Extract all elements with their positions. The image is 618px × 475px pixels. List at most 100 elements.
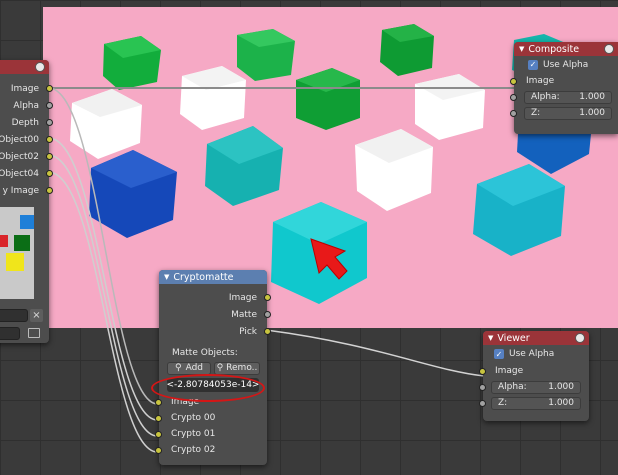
alpha-label: Alpha: [498,382,527,392]
cryptomatte-node[interactable]: ▼ Cryptomatte Image Matte Pick Matte Obj… [155,270,271,465]
output-label: Object00 [0,134,39,145]
input-socket[interactable] [155,398,162,406]
z-label: Z: [498,398,508,408]
image-input-row: Image [479,363,589,379]
output-socket-row: Matte [159,306,271,323]
cube-blue [89,150,177,238]
remove-label: Remo.. [226,363,258,373]
use-alpha-checkbox[interactable]: ✓ [494,349,504,359]
pick-cursor-arrow-icon [310,238,348,280]
globe-icon [604,44,614,54]
output-label: Object02 [0,151,39,162]
input-socket-row: Crypto 00 [155,410,267,426]
z-field[interactable]: Z: 1.000 [491,396,581,410]
add-button[interactable]: ⚲ Add [167,361,211,375]
alpha-field[interactable]: Alpha: 1.000 [524,90,612,104]
alpha-value: 1.000 [579,92,605,102]
output-socket-row: Pick [159,323,271,340]
image-input-row: Image [510,73,618,89]
output-label: Matte [231,309,257,320]
collapse-triangle-icon[interactable]: ▼ [519,45,524,53]
output-socket-row: Image [0,80,53,97]
output-socket[interactable] [264,311,271,318]
input-socket[interactable] [510,93,517,101]
close-icon[interactable]: × [30,309,43,322]
output-socket-row: Alpha [0,97,53,114]
z-input-row: Z: 1.000 [510,105,618,121]
folder-icon[interactable] [28,328,40,338]
render-layers-header[interactable] [0,60,49,74]
input-socket[interactable] [155,446,162,454]
input-label: Crypto 01 [171,429,216,439]
output-socket-row: Depth [0,114,53,131]
composite-title: Composite [528,43,580,55]
input-label: Crypto 02 [171,445,216,455]
input-socket[interactable] [479,383,486,391]
collapse-triangle-icon[interactable]: ▼ [488,334,493,342]
z-value: 1.000 [579,108,605,118]
input-socket[interactable] [155,430,162,438]
output-socket[interactable] [46,153,53,160]
output-label: y Image [2,185,39,196]
z-label: Z: [531,108,541,118]
output-socket[interactable] [46,102,53,109]
output-socket[interactable] [264,328,271,335]
globe-icon [575,333,585,343]
output-label: Depth [11,117,39,128]
viewer-header[interactable]: ▼ Viewer [483,331,589,345]
output-socket-row: y Image [0,182,53,199]
input-socket[interactable] [155,414,162,422]
viewer-title: Viewer [497,332,530,344]
output-socket[interactable] [46,85,53,92]
cryptomatte-header[interactable]: ▼ Cryptomatte [159,270,267,284]
composite-node[interactable]: ▼ Composite ✓ Use Alpha Image Alpha: 1.00… [510,42,618,134]
output-label: Image [228,292,257,303]
output-label: Pick [239,326,257,337]
chevron-down-icon[interactable] [0,327,20,340]
input-socket-row: Crypto 01 [155,426,267,442]
cube-white [180,66,246,130]
eyedropper-icon: ⚲ [216,363,224,373]
collapse-triangle-icon[interactable]: ▼ [164,273,169,281]
use-alpha-row[interactable]: ✓ Use Alpha [514,56,618,73]
output-socket[interactable] [46,119,53,126]
alpha-label: Alpha: [531,92,560,102]
render-layers-node[interactable]: Image Alpha Depth Object00 Object02 Obje… [0,60,53,343]
cube-green [296,68,360,130]
highlight-ellipse [151,374,265,402]
z-value: 1.000 [548,398,574,408]
alpha-input-row: Alpha: 1.000 [479,379,589,395]
alpha-field[interactable]: Alpha: 1.000 [491,380,581,394]
output-label: Image [10,83,39,94]
output-socket-row: Object00 [0,131,53,148]
output-label: Alpha [13,100,39,111]
matte-objects-label: Matte Objects: [172,348,238,358]
cube-teal [205,126,283,206]
input-socket[interactable] [510,77,517,85]
output-label: Object04 [0,168,39,179]
globe-icon [35,62,45,72]
input-socket[interactable] [479,399,486,407]
use-alpha-label: Use Alpha [543,59,589,70]
output-socket[interactable] [46,170,53,177]
remove-button[interactable]: ⚲ Remo.. [214,361,260,375]
output-socket[interactable] [46,136,53,143]
output-socket[interactable] [264,294,271,301]
render-preview-thumbnail [0,207,34,299]
viewer-node[interactable]: ▼ Viewer ✓ Use Alpha Image Alpha: 1.000 Z… [479,331,589,421]
add-label: Add [185,363,204,373]
input-socket[interactable] [479,367,486,375]
z-input-row: Z: 1.000 [479,395,589,411]
cube-green [380,24,434,76]
output-socket[interactable] [46,187,53,194]
composite-header[interactable]: ▼ Composite [514,42,618,56]
filename-field[interactable] [0,309,28,322]
input-socket[interactable] [510,109,517,117]
z-field[interactable]: Z: 1.000 [524,106,612,120]
use-alpha-checkbox[interactable]: ✓ [528,59,538,70]
use-alpha-row[interactable]: ✓ Use Alpha [483,345,589,363]
cryptomatte-title: Cryptomatte [173,271,234,283]
cube-green [103,36,161,90]
use-alpha-label: Use Alpha [509,349,555,359]
output-socket-row: Image [159,289,271,306]
